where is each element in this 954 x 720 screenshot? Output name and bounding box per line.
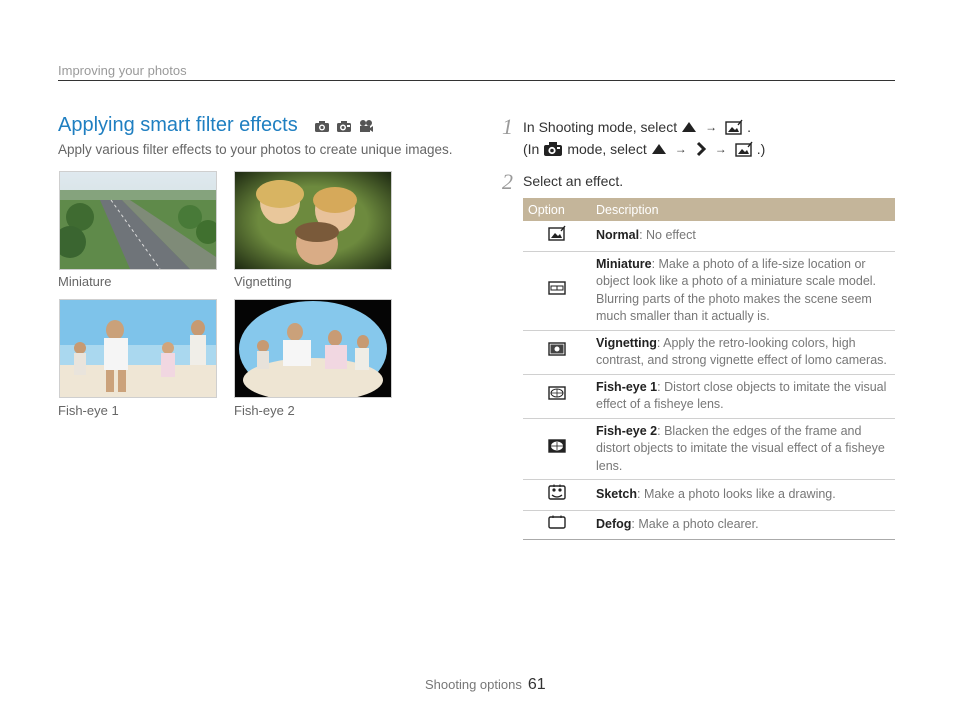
table-row: Sketch: Make a photo looks like a drawin…: [523, 479, 895, 511]
section-title: Applying smart filter effects: [58, 114, 298, 136]
running-header: Improving your photos: [58, 63, 187, 78]
up-triangle-icon: [681, 121, 697, 133]
step-1-text-end: .: [747, 119, 751, 135]
smart-filter-icon: [725, 119, 743, 135]
miniature-sample-image: [59, 171, 217, 270]
table-row: Miniature: Make a photo of a life-size l…: [523, 251, 895, 331]
fisheye2-filter-icon: [548, 439, 566, 456]
step-1-text-end2: .): [756, 141, 766, 157]
table-row: Vignetting: Apply the retro-looking colo…: [523, 330, 895, 375]
step-1-line-2: (In mode, select → → .): [523, 141, 765, 157]
vignetting-sample-image: [234, 171, 392, 270]
table-row: Defog: Make a photo clearer.: [523, 510, 895, 540]
movie-camera-icon: [360, 120, 373, 132]
filter-options-table: Option Description Normal: No effect Min…: [523, 198, 895, 540]
step-1-text-b: (In: [523, 141, 540, 157]
table-row: Fish-eye 2: Blacken the edges of the fra…: [523, 418, 895, 480]
program-camera-icon: [543, 141, 563, 157]
option-description: : Make a photo clearer.: [631, 516, 759, 531]
miniature-caption: Miniature: [58, 274, 112, 289]
option-description: : No effect: [639, 228, 696, 242]
arrow-glyph: →: [714, 142, 727, 156]
option-name: Vignetting: [596, 335, 657, 350]
table-header-row: Option Description: [523, 198, 895, 221]
section-subtitle: Apply various filter effects to your pho…: [58, 142, 453, 157]
footer-label: Shooting options: [425, 677, 522, 692]
arrow-glyph: →: [705, 120, 718, 134]
table-row: Normal: No effect: [523, 221, 895, 252]
option-name: Normal: [596, 228, 640, 242]
sketch-filter-icon: [548, 484, 566, 503]
header-divider: [58, 80, 895, 81]
table-row: Fish-eye 1: Distort close objects to imi…: [523, 374, 895, 419]
option-name: Defog: [596, 516, 632, 531]
step-1-number: 1: [502, 114, 513, 139]
up-triangle-icon: [651, 143, 667, 155]
step-2-number: 2: [502, 169, 513, 194]
step-2-text: Select an effect.: [523, 173, 624, 189]
vignetting-filter-icon: [548, 342, 566, 359]
option-name: Fish-eye 2: [596, 423, 658, 438]
page-number: 61: [527, 676, 546, 693]
option-name: Fish-eye 1: [596, 379, 658, 394]
option-name: Sketch: [596, 487, 637, 501]
defog-filter-icon: [548, 515, 566, 532]
fisheye2-caption: Fish-eye 2: [234, 403, 295, 418]
description-column-header: Description: [591, 198, 895, 221]
step-1-text-a: In Shooting mode, select: [523, 119, 678, 135]
page-footer: Shooting options 61: [425, 676, 546, 694]
vignetting-caption: Vignetting: [234, 274, 292, 289]
mode-icons: [314, 119, 374, 133]
option-description: : Make a photo looks like a drawing.: [637, 487, 836, 501]
miniature-filter-icon: [548, 281, 566, 298]
fisheye1-sample-image: [59, 299, 217, 398]
fisheye1-filter-icon: [548, 386, 566, 403]
smart-auto-camera-icon: [315, 121, 329, 132]
program-camera-icon: [337, 121, 351, 132]
option-column-header: Option: [523, 198, 591, 221]
smart-filter-icon: [735, 141, 753, 157]
option-name: Miniature: [596, 256, 652, 271]
arrow-glyph: →: [674, 142, 687, 156]
fisheye1-caption: Fish-eye 1: [58, 403, 119, 418]
normal-filter-icon: [548, 225, 566, 244]
step-1-line-1: In Shooting mode, select → .: [523, 119, 751, 135]
step-1-text-c: mode, select: [567, 141, 647, 157]
chevron-right-icon: [695, 141, 707, 157]
fisheye2-sample-image: [234, 299, 392, 398]
